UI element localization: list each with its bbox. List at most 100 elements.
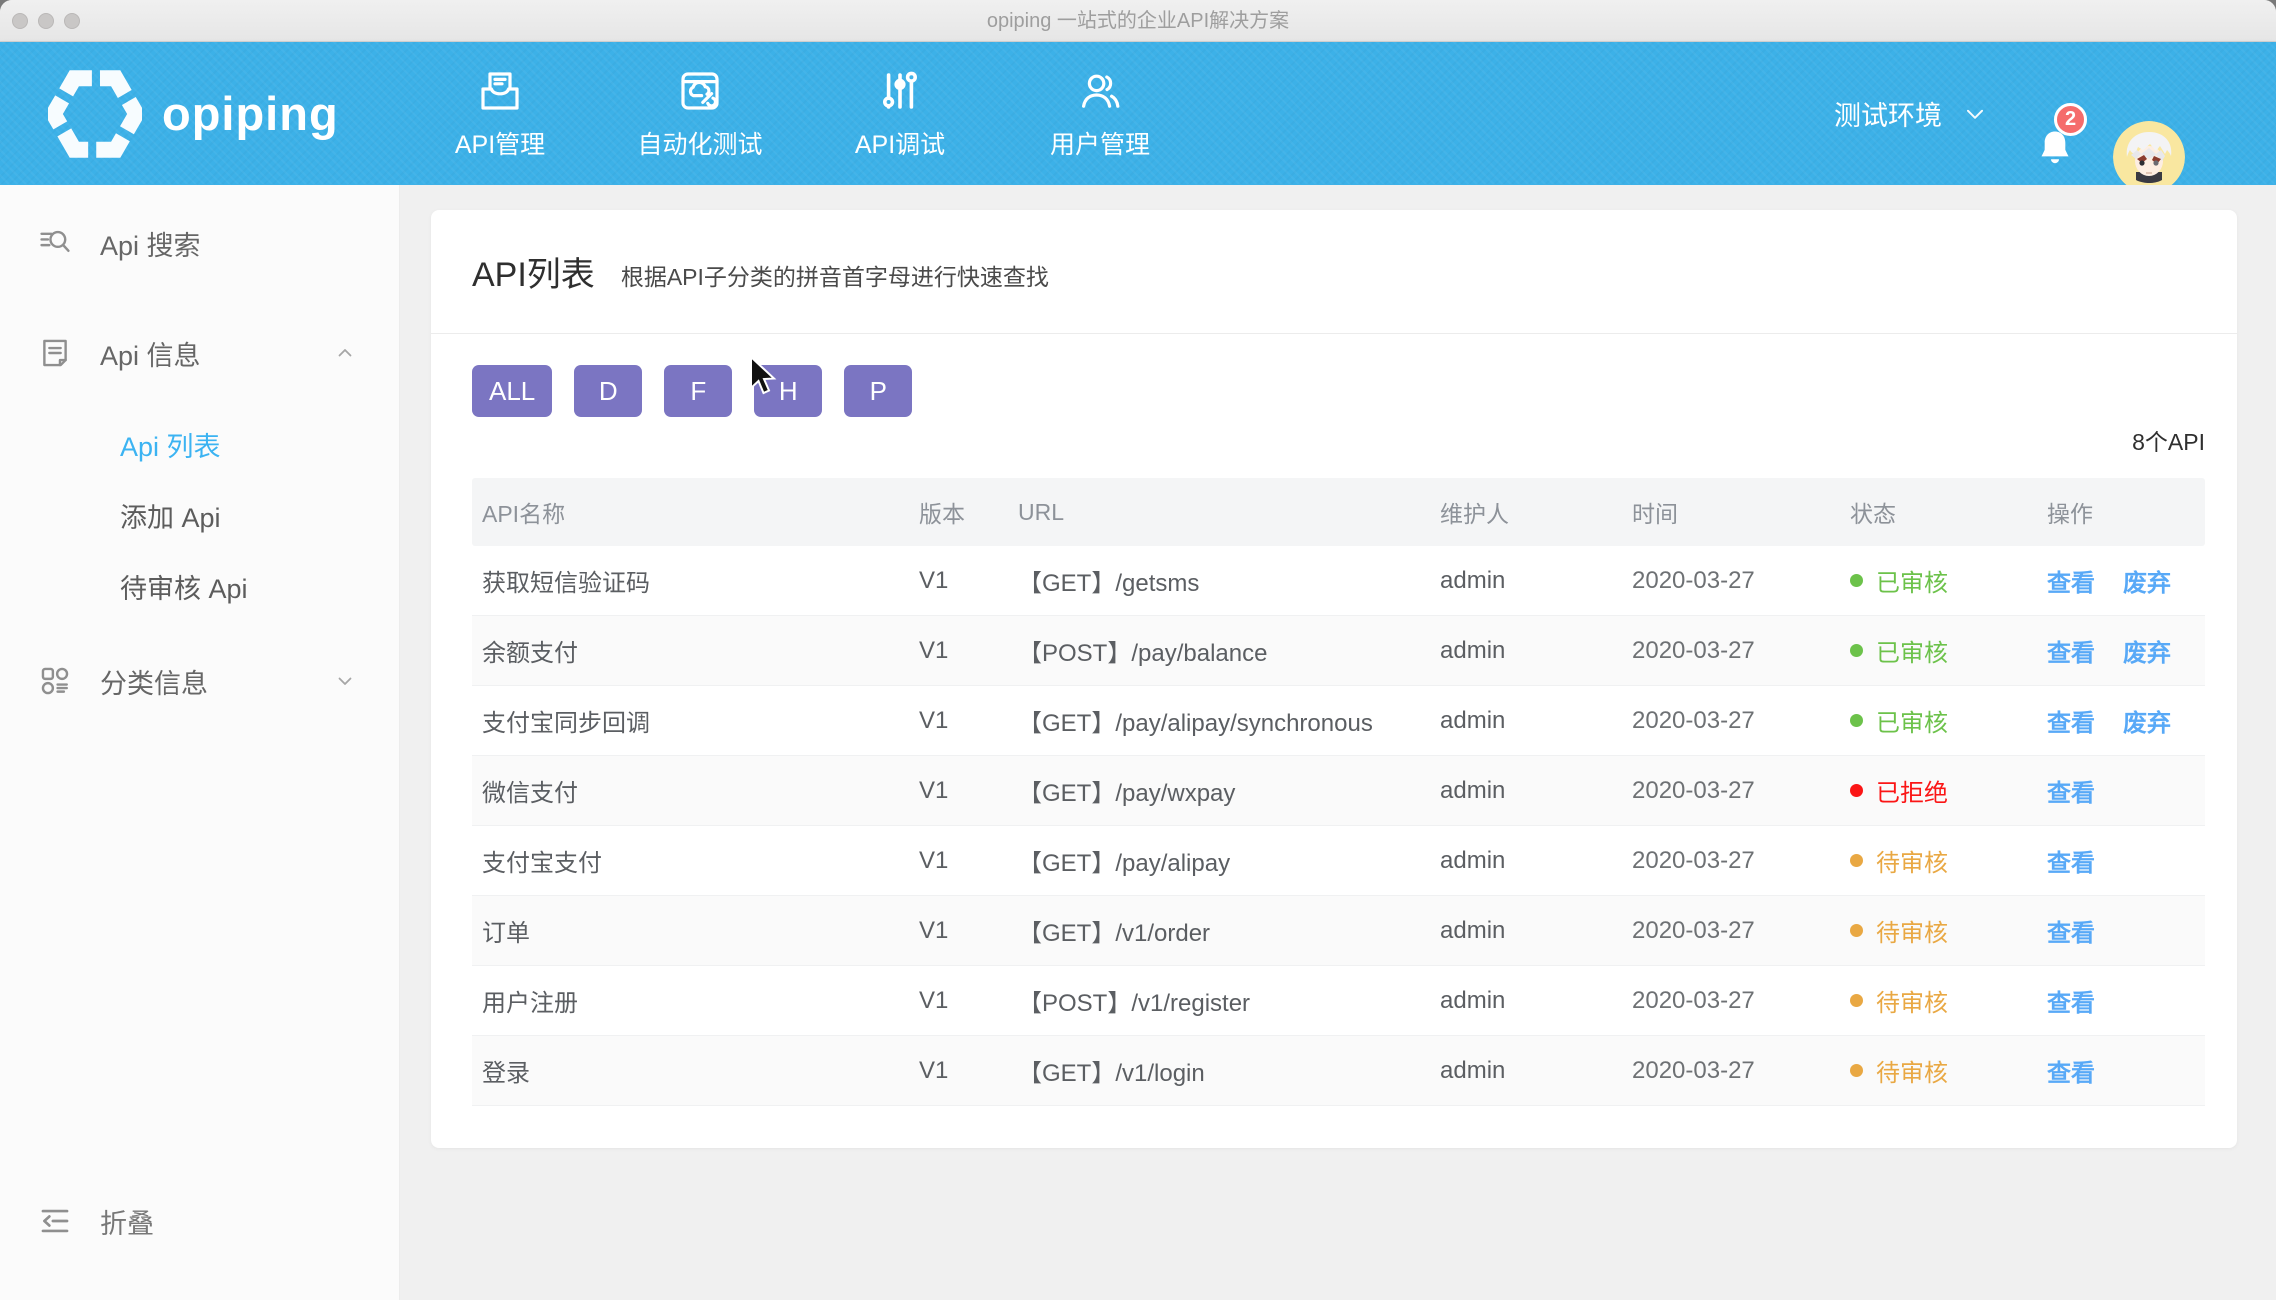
view-link[interactable]: 查看 [2047, 913, 2095, 948]
automation-test-icon [676, 67, 724, 115]
column-header: URL [1018, 499, 1440, 526]
sidebar-collapse-button[interactable]: 折叠 [0, 1193, 399, 1249]
titlebar: opiping 一站式的企业API解决方案 [0, 0, 2276, 42]
nav-item-automation-test[interactable]: 自动化测试 [600, 42, 800, 185]
column-header: 版本 [919, 495, 1018, 529]
version-cell: V1 [919, 567, 1018, 595]
user-avatar[interactable] [2113, 121, 2185, 193]
status-cell: 已拒绝 [1850, 773, 2047, 808]
sidebar-subitem[interactable]: Api 列表 [0, 409, 399, 480]
status-dot-icon [1850, 854, 1863, 867]
api-list-card: API列表 根据API子分类的拼音首字母进行快速查找 ALLDFHP 8个API… [431, 210, 2237, 1148]
status-badge: 待审核 [1876, 843, 1948, 878]
page-title: API列表 [472, 247, 595, 296]
status-badge: 已拒绝 [1876, 773, 1948, 808]
url-cell: 【GET】/v1/order [1018, 913, 1440, 948]
status-dot-icon [1850, 784, 1863, 797]
url-cell: 【GET】/pay/alipay/synchronous [1018, 703, 1440, 738]
nav-item-user-manage[interactable]: 用户管理 [1000, 42, 1200, 185]
api-info-icon [38, 336, 72, 370]
nav-item-label: 用户管理 [1050, 125, 1150, 161]
environment-label: 测试环境 [1834, 94, 1942, 133]
status-dot-icon [1850, 924, 1863, 937]
environment-selector[interactable]: 测试环境 [1834, 42, 1988, 185]
view-link[interactable]: 查看 [2047, 773, 2095, 808]
view-link[interactable]: 查看 [2047, 703, 2095, 738]
status-badge: 待审核 [1876, 1053, 1948, 1088]
collapse-icon [38, 1204, 72, 1238]
view-link[interactable]: 查看 [2047, 563, 2095, 598]
header-right: 测试环境 2 [1796, 42, 2276, 185]
discard-link[interactable]: 废弃 [2123, 703, 2171, 738]
status-cell: 待审核 [1850, 913, 2047, 948]
sidebar-submenu: Api 列表添加 Api待审核 Api [0, 381, 399, 622]
view-link[interactable]: 查看 [2047, 1053, 2095, 1088]
time-cell: 2020-03-27 [1632, 847, 1850, 875]
sidebar-item[interactable]: Api 搜索 [0, 215, 399, 271]
actions-cell: 查看 [2047, 773, 2205, 808]
filter-button-all[interactable]: ALL [472, 365, 552, 417]
version-cell: V1 [919, 987, 1018, 1015]
api-name-cell: 支付宝支付 [472, 843, 919, 878]
letter-filters: ALL DFHP [472, 365, 2205, 417]
status-cell: 待审核 [1850, 983, 2047, 1018]
chevron-down-icon [1962, 101, 1988, 127]
filter-button-h[interactable]: H [754, 365, 822, 417]
table-row: 支付宝支付V1【GET】/pay/alipayadmin2020-03-27待审… [472, 826, 2205, 896]
version-cell: V1 [919, 917, 1018, 945]
status-dot-icon [1850, 714, 1863, 727]
version-cell: V1 [919, 847, 1018, 875]
url-cell: 【GET】/getsms [1018, 563, 1440, 598]
sidebar-item-label: 分类信息 [100, 662, 208, 701]
status-cell: 已审核 [1850, 703, 2047, 738]
sidebar-subitem[interactable]: 添加 Api [0, 480, 399, 551]
discard-link[interactable]: 废弃 [2123, 633, 2171, 668]
brand[interactable]: opiping [48, 42, 339, 185]
collapse-label: 折叠 [100, 1202, 154, 1241]
filter-button-p[interactable]: P [844, 365, 912, 417]
status-dot-icon [1850, 1064, 1863, 1077]
nav-item-label: API调试 [855, 125, 945, 161]
actions-cell: 查看废弃 [2047, 563, 2205, 598]
status-dot-icon [1850, 644, 1863, 657]
api-manage-icon [476, 67, 524, 115]
api-name-cell: 余额支付 [472, 633, 919, 668]
url-cell: 【POST】/v1/register [1018, 983, 1440, 1018]
nav-item-api-manage[interactable]: API管理 [400, 42, 600, 185]
header-nav: API管理自动化测试 API调试 用户管理 [400, 42, 1200, 185]
brand-name: opiping [162, 86, 339, 141]
api-name-cell: 获取短信验证码 [472, 563, 919, 598]
table-header-row: API名称版本URL维护人时间状态操作 [472, 478, 2205, 546]
nav-item-api-debug[interactable]: API调试 [800, 42, 1000, 185]
sidebar-item[interactable]: Api 信息 [0, 325, 399, 381]
filter-button-f[interactable]: F [664, 365, 732, 417]
view-link[interactable]: 查看 [2047, 843, 2095, 878]
notification-bell[interactable]: 2 [2034, 125, 2076, 171]
time-cell: 2020-03-27 [1632, 917, 1850, 945]
status-badge: 待审核 [1876, 983, 1948, 1018]
table-body: 获取短信验证码V1【GET】/getsmsadmin2020-03-27已审核查… [472, 546, 2205, 1106]
actions-cell: 查看 [2047, 983, 2205, 1018]
maintainer-cell: admin [1440, 917, 1632, 945]
api-debug-icon [876, 67, 924, 115]
sidebar-item-label: Api 信息 [100, 334, 201, 373]
api-name-cell: 登录 [472, 1053, 919, 1088]
sidebar-subitem[interactable]: 待审核 Api [0, 551, 399, 622]
actions-cell: 查看 [2047, 913, 2205, 948]
column-header: 维护人 [1440, 495, 1632, 529]
table-row: 支付宝同步回调V1【GET】/pay/alipay/synchronousadm… [472, 686, 2205, 756]
discard-link[interactable]: 废弃 [2123, 563, 2171, 598]
view-link[interactable]: 查看 [2047, 633, 2095, 668]
maintainer-cell: admin [1440, 637, 1632, 665]
sidebar-item[interactable]: 分类信息 [0, 653, 399, 709]
sidebar: Api 搜索 Api 信息 Api 列表添加 Api待审核 Api 分类信息 折叠 [0, 185, 400, 1300]
maintainer-cell: admin [1440, 987, 1632, 1015]
time-cell: 2020-03-27 [1632, 567, 1850, 595]
filter-button-d[interactable]: D [574, 365, 642, 417]
column-header: 操作 [2047, 495, 2205, 529]
status-cell: 待审核 [1850, 1053, 2047, 1088]
table-row: 订单V1【GET】/v1/orderadmin2020-03-27待审核查看 [472, 896, 2205, 966]
view-link[interactable]: 查看 [2047, 983, 2095, 1018]
actions-cell: 查看 [2047, 1053, 2205, 1088]
url-cell: 【GET】/v1/login [1018, 1053, 1440, 1088]
